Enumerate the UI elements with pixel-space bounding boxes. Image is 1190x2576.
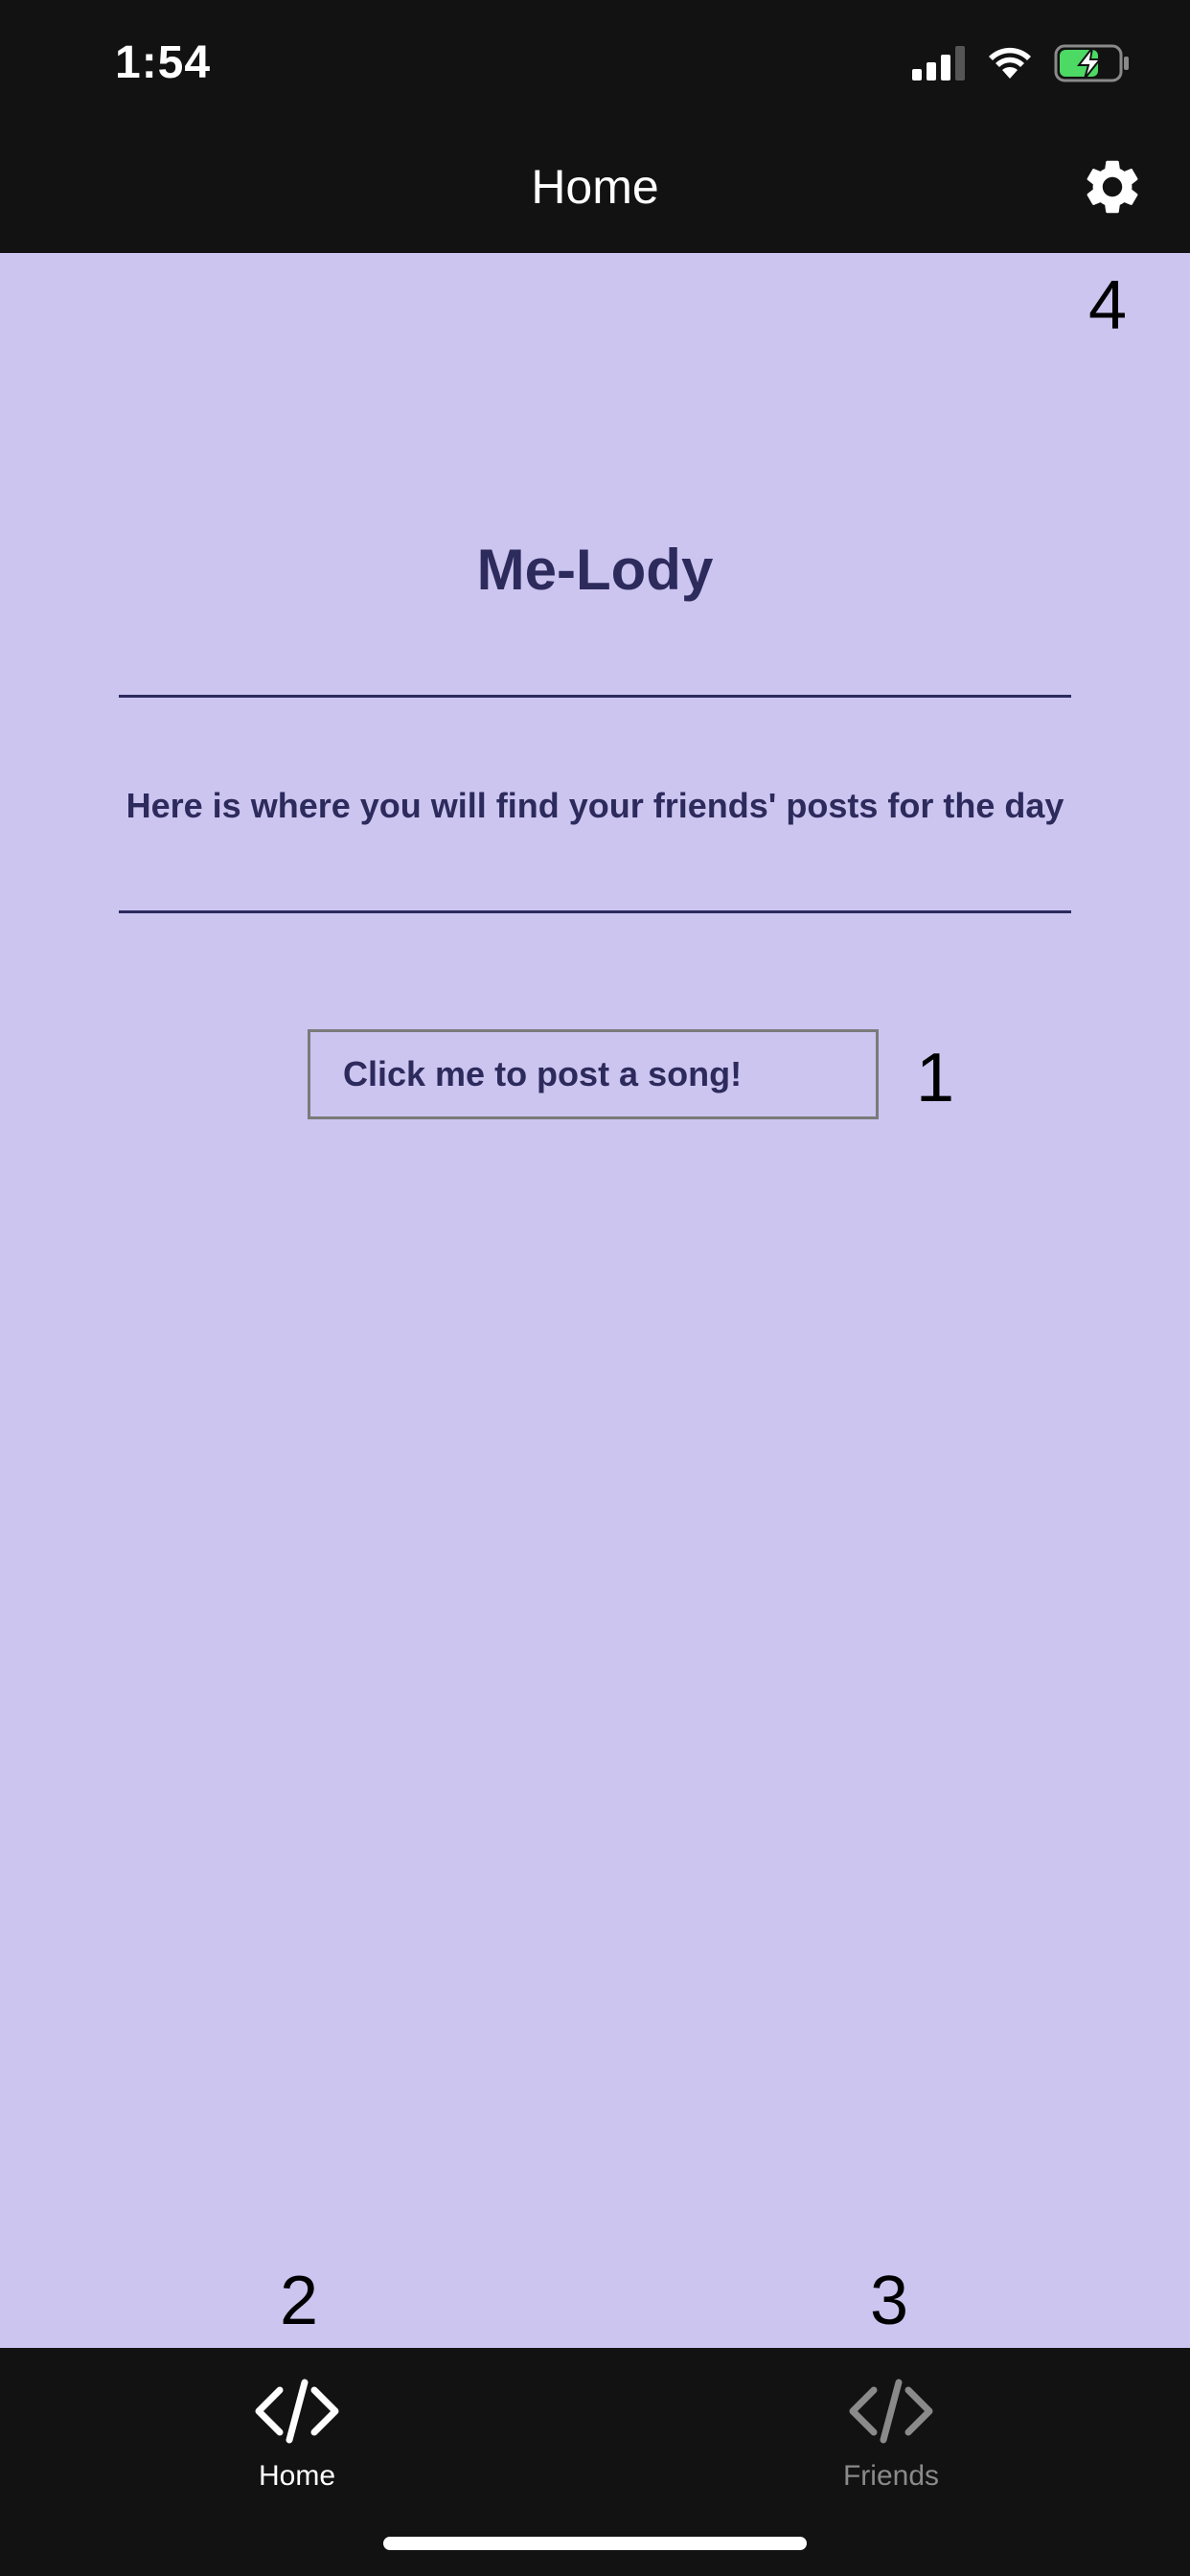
subtitle: Here is where you will find your friends…: [126, 786, 1064, 825]
marker-4: 4: [1088, 267, 1128, 344]
status-time: 1:54: [115, 37, 212, 88]
tab-friends-label: Friends: [842, 2460, 940, 2492]
page-title: Home: [531, 160, 659, 214]
marker-1: 1: [916, 1040, 955, 1116]
screen: 1:54 Home 4 Me-Lody Here is where you wi…: [0, 0, 1190, 2576]
settings-button[interactable]: [1077, 153, 1148, 224]
divider-top: [119, 695, 1071, 698]
tab-home[interactable]: Home: [153, 2377, 441, 2511]
gear-icon: [1080, 154, 1145, 224]
divider-bottom: [119, 910, 1071, 913]
tab-friends[interactable]: Friends: [747, 2377, 1035, 2511]
marker-3: 3: [870, 2263, 909, 2339]
marker-2: 2: [280, 2263, 319, 2339]
app-title: Me-Lody: [476, 538, 714, 602]
status-icons: [912, 44, 1131, 87]
wifi-icon: [987, 46, 1033, 85]
tab-home-label: Home: [258, 2460, 336, 2492]
code-icon: [845, 2377, 937, 2450]
post-song-button[interactable]: Click me to post a song!: [308, 1029, 879, 1119]
battery-charging-icon: [1054, 44, 1131, 87]
home-indicator: [383, 2537, 807, 2550]
code-icon: [251, 2377, 343, 2450]
signal-icon: [912, 45, 966, 85]
top-bar: 1:54 Home: [0, 0, 1190, 253]
